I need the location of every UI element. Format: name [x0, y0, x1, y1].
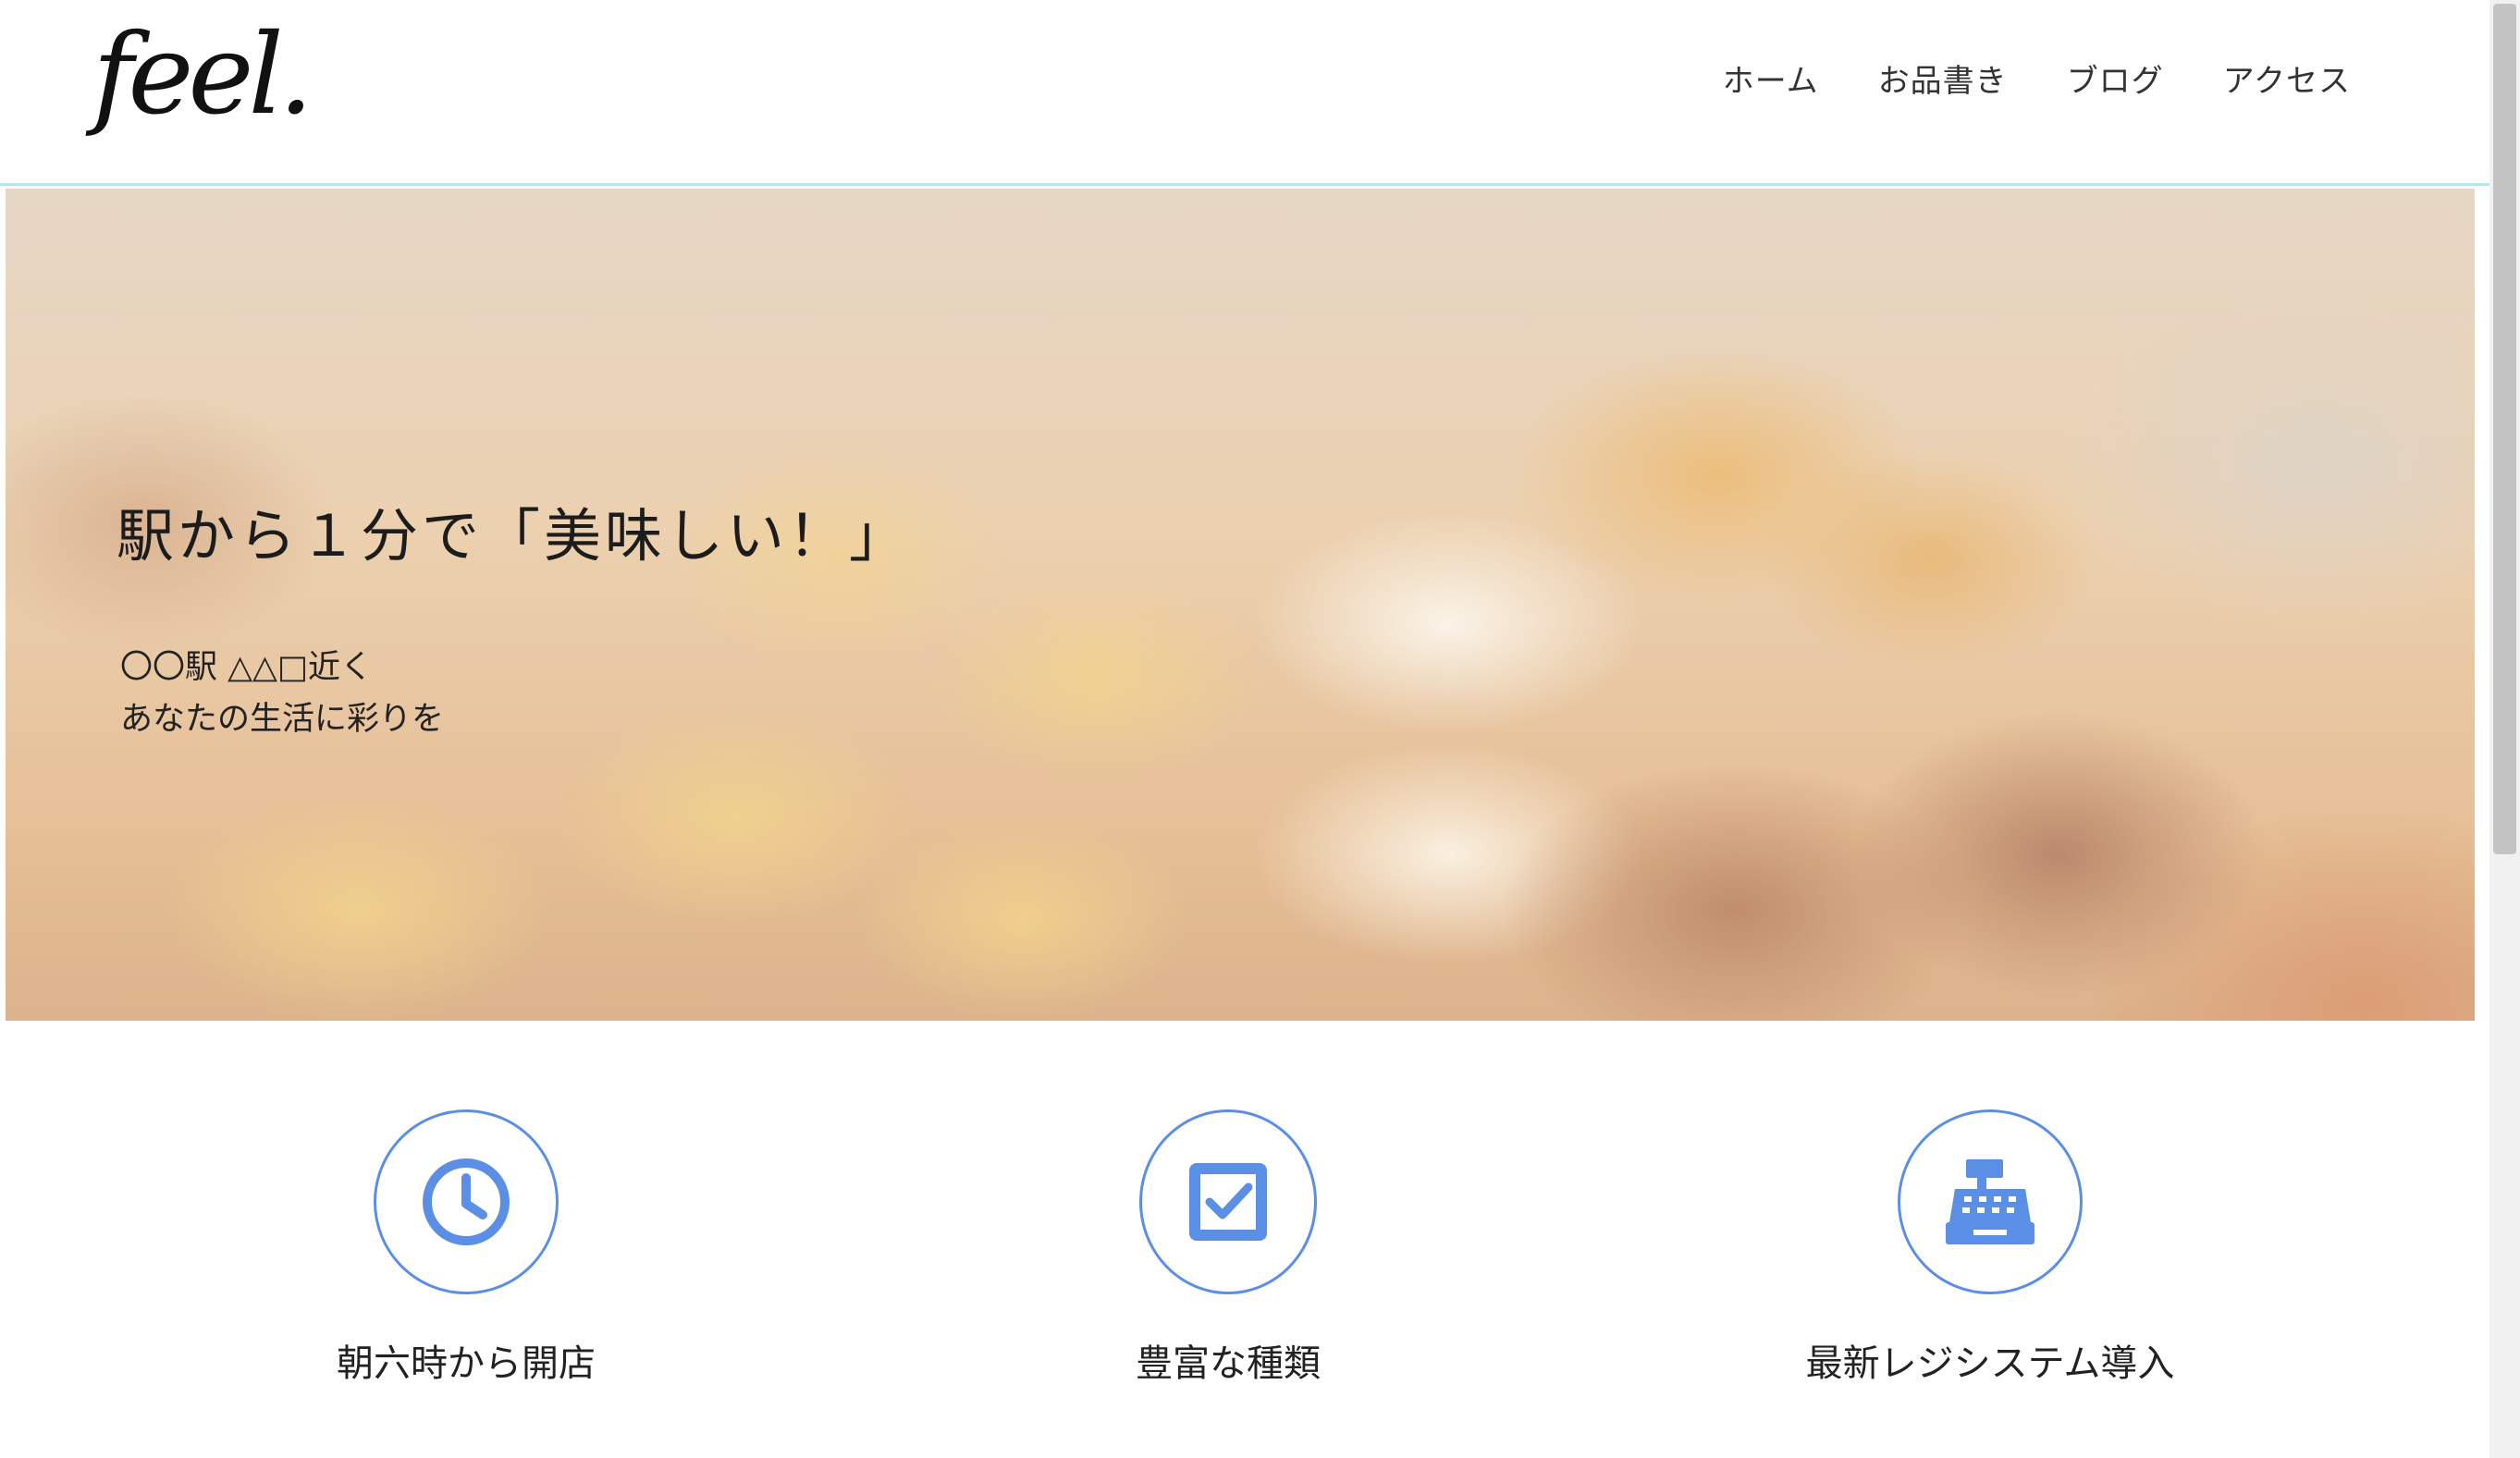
feature-open-early: 朝六時から開店 [189, 1109, 744, 1387]
main-nav: ホーム お品書き ブログ アクセス [1723, 55, 2351, 101]
vertical-scrollbar[interactable] [2489, 0, 2520, 1458]
feature-label: 豊富な種類 [1136, 1342, 1321, 1385]
site-header: feel. ホーム お品書き ブログ アクセス [0, 0, 2489, 186]
site-logo[interactable]: feel. [92, 20, 313, 131]
hero-subtitle-line2: あなたの生活に彩りを [120, 701, 445, 738]
scrollbar-thumb[interactable] [2493, 4, 2516, 854]
hero-subtitle: 〇〇駅 △△□近く あなたの生活に彩りを [120, 642, 444, 745]
feature-icon-circle [1898, 1109, 2083, 1294]
clock-icon [423, 1158, 510, 1245]
cash-register-icon [1946, 1159, 2034, 1244]
feature-icon-circle [374, 1109, 559, 1294]
hero-title: 駅から１分で「美味しい！」 [117, 502, 911, 570]
hero-subtitle-line1: 〇〇駅 △△□近く [120, 649, 374, 686]
feature-icon-circle [1139, 1109, 1317, 1294]
logo-text: feel. [92, 11, 313, 140]
feature-label: 最新レジシステム導入 [1805, 1342, 2175, 1385]
hero-banner: 駅から１分で「美味しい！」 〇〇駅 △△□近く あなたの生活に彩りを [6, 189, 2475, 1021]
features-section: 朝六時から開店 豊富な種類 最新レジシステム導入 [0, 1109, 2489, 1458]
feature-register: 最新レジシステム導入 [1713, 1109, 2268, 1387]
nav-access[interactable]: アクセス [2223, 55, 2351, 101]
hero-image-overlay [6, 189, 2475, 1021]
feature-label: 朝六時から開店 [337, 1342, 596, 1385]
nav-menu[interactable]: お品書き [1878, 55, 2008, 101]
nav-blog[interactable]: ブログ [2067, 55, 2164, 101]
nav-home[interactable]: ホーム [1723, 55, 1819, 101]
checkbox-icon [1189, 1163, 1267, 1241]
feature-variety: 豊富な種類 [951, 1109, 1506, 1387]
